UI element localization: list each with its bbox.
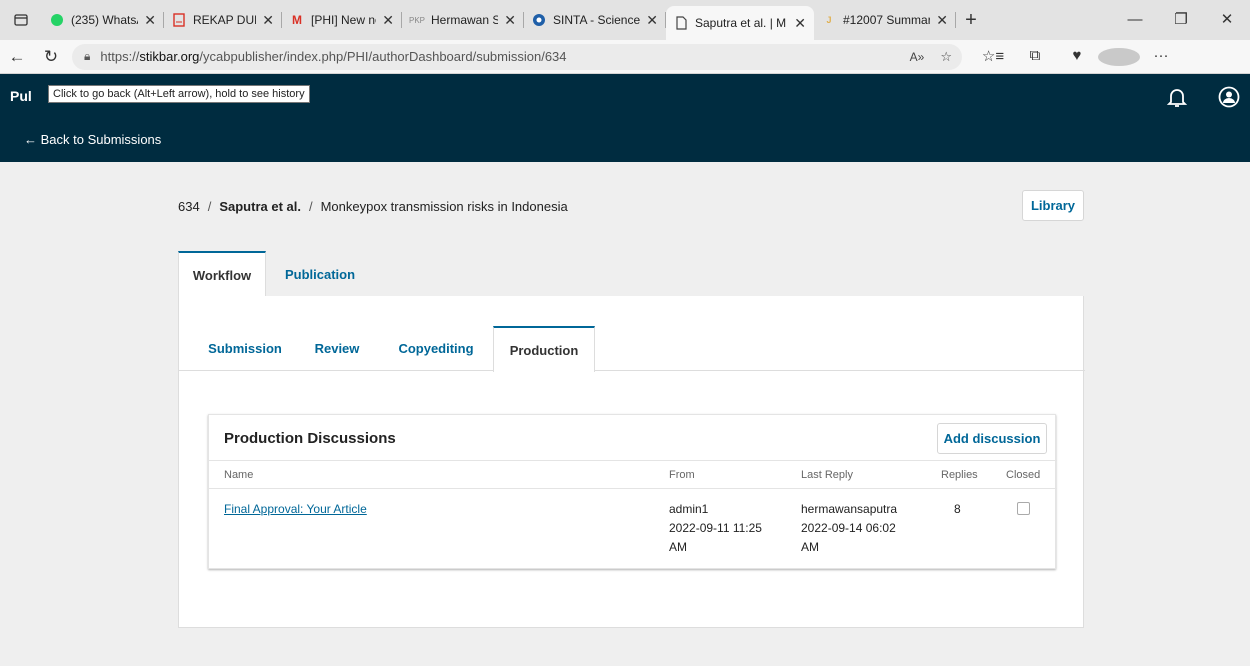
discussion-from: admin1 2022-09-11 11:25 AM [669, 502, 762, 554]
column-replies: Replies [941, 469, 978, 481]
discussion-closed-checkbox[interactable] [1017, 502, 1030, 515]
discussion-link[interactable]: Final Approval: Your Article [224, 502, 367, 516]
production-discussions-title: Production Discussions [224, 430, 396, 447]
column-closed: Closed [1006, 469, 1041, 481]
pdf-icon [172, 13, 186, 27]
heart-extension-icon[interactable]: ♥ [1056, 47, 1098, 65]
submission-id: 634 [178, 199, 200, 214]
column-name: Name [224, 469, 254, 481]
pkp-icon: PKP [409, 15, 426, 25]
table-row: Final Approval: Your Article admin1 2022… [209, 489, 1057, 570]
close-icon[interactable]: ✕ [144, 12, 156, 29]
url-prefix: https:// [100, 49, 140, 64]
close-icon[interactable]: ✕ [794, 15, 806, 32]
close-icon[interactable]: ✕ [382, 12, 394, 29]
url-path: /ycabpublisher/index.php/PHI/authorDashb… [199, 49, 567, 64]
sinta-icon [532, 13, 546, 27]
breadcrumb: 634/Saputra et al. / Monkeypox transmissio… [178, 199, 568, 214]
library-button[interactable]: Library [1022, 190, 1084, 221]
url-domain: stikbar.org [139, 49, 200, 64]
address-bar: ← ↻ 🔒︎ https://stikbar.org/ycabpublisher… [0, 40, 1250, 74]
browser-tab-title: #12007 Summary [843, 13, 931, 27]
browser-tab-saputra-active[interactable]: Saputra et al. | M ✕ [666, 6, 814, 40]
close-icon[interactable]: ✕ [936, 12, 948, 29]
ojs-icon: J [826, 15, 832, 25]
tab-copyediting[interactable]: Copyediting [383, 326, 489, 371]
browser-tab-whatsapp[interactable]: (235) WhatsApp ✕ [42, 0, 164, 40]
production-discussions-grid: Production Discussions Add discussion Na… [208, 414, 1057, 570]
more-options-icon[interactable]: ··· [1140, 47, 1182, 65]
tab-actions-button[interactable] [0, 0, 42, 40]
tab-publication[interactable]: Publication [266, 251, 374, 297]
back-to-submissions-link[interactable]: ← Back to Submissions [24, 132, 161, 147]
tab-submission[interactable]: Submission [193, 326, 297, 371]
minimize-icon[interactable]: — [1112, 0, 1158, 40]
close-icon[interactable]: ✕ [262, 12, 274, 29]
favorite-star-icon[interactable]: ☆ [940, 49, 952, 65]
window-close-icon[interactable]: ✕ [1204, 0, 1250, 40]
column-last-reply: Last Reply [801, 469, 853, 481]
site-brand[interactable]: Pul [10, 88, 32, 104]
discussion-replies-count: 8 [954, 502, 961, 516]
browser-tab-pkp[interactable]: PKP Hermawan Saput ✕ [402, 0, 524, 40]
refresh-icon[interactable]: ↻ [34, 47, 68, 67]
browser-tab-title: Saputra et al. | M [695, 16, 787, 30]
browser-tab-summary[interactable]: J #12007 Summary ✕ [814, 0, 956, 40]
close-icon[interactable]: ✕ [646, 12, 658, 29]
close-icon[interactable]: ✕ [504, 12, 516, 29]
back-arrow-icon[interactable]: ← [0, 47, 34, 67]
tab-actions-icon [14, 14, 28, 26]
submission-authors: Saputra et al. [219, 199, 301, 214]
column-from: From [669, 469, 695, 481]
browser-tab-title: Hermawan Saput [431, 13, 499, 27]
url-input[interactable]: 🔒︎ https://stikbar.org/ycabpublisher/ind… [72, 43, 962, 70]
browser-tab-title: SINTA - Science a [553, 13, 641, 27]
tab-workflow[interactable]: Workflow [178, 251, 266, 297]
gmail-icon: M [292, 13, 302, 27]
user-account-icon[interactable] [1218, 86, 1240, 108]
workflow-stage-tabs: Submission Review Copyediting Production [179, 326, 1085, 372]
browser-tab-rekap[interactable]: REKAP DUPAK BI ✕ [164, 0, 282, 40]
lock-icon: 🔒︎ [84, 49, 91, 63]
tab-review[interactable]: Review [303, 326, 371, 371]
restore-icon[interactable]: ❐ [1158, 0, 1204, 40]
back-button-tooltip: Click to go back (Alt+Left arrow), hold … [48, 85, 310, 103]
whatsapp-icon [50, 13, 64, 27]
notification-bell-icon[interactable] [1166, 86, 1188, 108]
collections-icon[interactable]: ⧉ [1014, 47, 1056, 65]
browser-tab-strip: (235) WhatsApp ✕ REKAP DUPAK BI ✕ M [PHI… [0, 0, 1250, 40]
browser-tab-sinta[interactable]: SINTA - Science a ✕ [524, 0, 666, 40]
read-aloud-icon[interactable]: A» [910, 50, 925, 64]
add-discussion-button[interactable]: Add discussion [937, 423, 1047, 454]
browser-tab-title: REKAP DUPAK BI [193, 13, 256, 27]
submission-title: Monkeypox transmission risks in Indonesi… [320, 199, 568, 214]
discussion-last-reply: hermawansaputra 2022-09-14 06:02 AM [801, 502, 898, 554]
grid-column-headers: Name From Last Reply Replies Closed [209, 460, 1057, 489]
page-icon [674, 16, 688, 30]
favorites-list-icon[interactable]: ☆≡ [972, 47, 1014, 65]
new-tab-button[interactable]: + [956, 0, 986, 40]
profile-icon[interactable] [1098, 47, 1140, 66]
browser-tab-title: (235) WhatsApp [71, 13, 138, 27]
workflow-panel: Submission Review Copyediting Production… [178, 296, 1085, 628]
browser-tab-title: [PHI] New notific [311, 13, 376, 27]
tab-production[interactable]: Production [493, 326, 595, 372]
browser-tab-gmail[interactable]: M [PHI] New notific ✕ [282, 0, 402, 40]
